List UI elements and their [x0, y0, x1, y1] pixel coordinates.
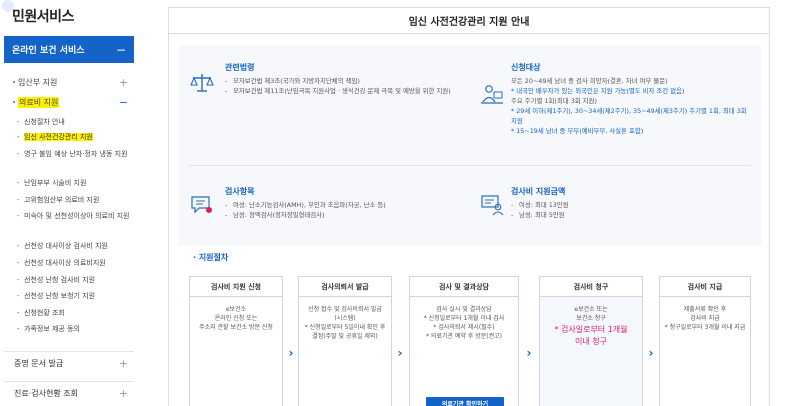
page-title: 임신 사전건강관리 지원 안내: [169, 8, 769, 34]
sidebar-item-medical-support[interactable]: 의료비 지원 −: [4, 92, 134, 112]
sidebar-subitem-premature[interactable]: 미숙아 및 선천성이상아 의료비 지원: [17, 211, 132, 222]
step-referral: 검사의뢰서 발급 신청 접수 및 검사의뢰서 발급 (시스템) * 신청일로부터…: [298, 276, 392, 406]
sidebar-item-label: 의료비 지원: [18, 96, 60, 108]
bullet-icon: [13, 81, 15, 83]
sidebar: 민원서비스 온라인 보건 서비스 − 임산부 지원 + 의료비 지원 − 신청절…: [0, 0, 138, 406]
doctor-board-icon: [481, 195, 504, 216]
expand-icon[interactable]: +: [119, 357, 128, 370]
step-content: 검사 실시 및 결과상담 * 신청일로부터 1개월 이내 검사 * 검사의뢰서 …: [423, 306, 505, 340]
chevron-right-icon: ›: [526, 346, 532, 360]
chevron-right-icon: ›: [648, 346, 654, 360]
step-title: 검사비 지급: [660, 277, 750, 297]
sidebar-header-online-health[interactable]: 온라인 보건 서비스 −: [4, 36, 134, 63]
collapse-icon[interactable]: −: [119, 96, 128, 109]
chevron-right-icon: ›: [288, 346, 294, 360]
sidebar-subitem-status[interactable]: 신청현황 조회: [17, 308, 132, 319]
chat-bubble-icon: [191, 196, 212, 214]
law-heading: 관련법령: [225, 63, 255, 72]
step-apply: 검사비 지원 신청 e보건소 온라인 신청 또는 주소지 관할 보건소 방문 신…: [189, 276, 283, 406]
procedure-steps: 검사비 지원 신청 e보건소 온라인 신청 또는 주소지 관할 보건소 방문 신…: [189, 276, 751, 406]
person-desk-icon: [481, 85, 503, 104]
main-panel: 임신 사전건강관리 지원 안내 관련법령 모자보건법 제3조(국가와 지방자치단…: [168, 7, 770, 406]
step-content: e보건소 또는 보건소 청구 * 검사일로부터 1개월 이내 청구: [554, 306, 628, 346]
expand-icon[interactable]: +: [119, 76, 128, 89]
target-heading: 신청대상: [511, 63, 541, 72]
sidebar-subitem-egg-freezing[interactable]: 영구 불임 예상 난자·정자 냉동 지원: [17, 149, 132, 160]
law-text: 모자보건법 제3조(국가와 지방자치단체의 책임) 모자보건법 제11조(난임극…: [225, 76, 453, 96]
sidebar-subitem-high-risk[interactable]: 고위험임산부 의료비 지원: [17, 195, 132, 206]
sidebar-item-certificate[interactable]: 증명 문서 발급 +: [4, 351, 134, 375]
step-test: 검사 및 결과상담 검사 실시 및 결과상담 * 신청일로부터 1개월 이내 검…: [409, 276, 519, 406]
sidebar-title: 민원서비스: [12, 9, 74, 25]
info-box: 관련법령 모자보건법 제3조(국가와 지방자치단체의 책임) 모자보건법 제11…: [179, 46, 761, 246]
sidebar-subitem-metabolic-test[interactable]: 선천성 대사이상 검사비 지원: [17, 241, 132, 252]
sidebar-subitem-hearing-aid[interactable]: 선천성 난청 보청기 지원: [17, 291, 132, 302]
expand-icon[interactable]: +: [119, 387, 128, 400]
collapse-icon[interactable]: −: [116, 43, 126, 57]
bullet-icon: [13, 101, 15, 103]
amount-text: 여성: 최대 13만원 남성: 최대 5만원: [511, 200, 711, 220]
sidebar-item-pregnant-support[interactable]: 임산부 지원 +: [4, 72, 134, 92]
sidebar-header-label: 온라인 보건 서비스: [12, 46, 85, 56]
step-title: 검사의뢰서 발급: [299, 277, 391, 297]
divider: [189, 165, 751, 166]
chevron-right-icon: ›: [397, 346, 403, 360]
target-text: 모든 20~49세 남녀 중 검사 희망자(결혼, 자녀 여부 불문) * 내국…: [511, 77, 747, 135]
find-institution-button[interactable]: 의료기관 확인하기: [426, 397, 504, 406]
test-items-section: 검사항목 여성: 난소기능검사(AMH), 부인과 초음파(자궁, 난소 등) …: [185, 180, 475, 240]
procedure-heading: · 지원절차: [193, 253, 229, 262]
sidebar-subitem-procedure[interactable]: 신청절차 안내: [17, 117, 132, 128]
target-section: 신청대상 모든 20~49세 남녀 중 검사 희망자(결혼, 자녀 여부 불문)…: [469, 58, 759, 163]
sidebar-item-label: 진료·검사현황 조회: [14, 389, 78, 398]
sidebar-subitem-pre-pregnancy[interactable]: 임신 사전건강관리 지원: [17, 132, 132, 143]
sidebar-subitem-family-consent[interactable]: 가족정보 제공 동의: [17, 324, 132, 335]
step-title: 검사비 지원 신청: [190, 277, 282, 297]
step-title: 검사비 청구: [540, 277, 642, 297]
step-payment: 검사비 지급 제출서류 확인 후 검사비 지급 * 청구일로부터 3개월 이내 …: [659, 276, 751, 406]
sidebar-subitem-hearing-test[interactable]: 선천성 난청 검사비 지원: [17, 275, 132, 286]
scales-icon: [190, 74, 214, 92]
sidebar-subitem-metabolic-medical[interactable]: 선천성 대사이상 의료비지원: [17, 258, 132, 269]
step-content: 신청 접수 및 검사의뢰서 발급 (시스템) * 신청일로부터 5일이내 확인 …: [304, 306, 386, 340]
test-items-heading: 검사항목: [225, 187, 255, 196]
step-content: 제출서류 확인 후 검사비 지급 * 청구일로부터 3개월 이내 지급: [664, 306, 746, 331]
step-claim: 검사비 청구 e보건소 또는 보건소 청구 * 검사일로부터 1개월 이내 청구: [539, 276, 643, 406]
law-section: 관련법령 모자보건법 제3조(국가와 지방자치단체의 책임) 모자보건법 제11…: [185, 58, 475, 158]
step-content: e보건소 온라인 신청 또는 주소지 관할 보건소 방문 신청: [199, 306, 273, 331]
test-items-text: 여성: 난소기능검사(AMH), 부인과 초음파(자궁, 난소 등) 남성: 정…: [225, 200, 465, 220]
amount-heading: 검사비 지원금액: [511, 187, 566, 196]
sidebar-item-label: 임산부 지원: [18, 77, 58, 87]
step-title: 검사 및 결과상담: [410, 277, 518, 297]
sidebar-item-label: 증명 문서 발급: [14, 359, 64, 368]
sidebar-subitem-infertility[interactable]: 난임부부 시술비 지원: [17, 178, 132, 189]
sidebar-item-records[interactable]: 진료·검사현황 조회 +: [4, 381, 134, 405]
amount-section: 검사비 지원금액 여성: 최대 13만원 남성: 최대 5만원: [469, 180, 759, 240]
